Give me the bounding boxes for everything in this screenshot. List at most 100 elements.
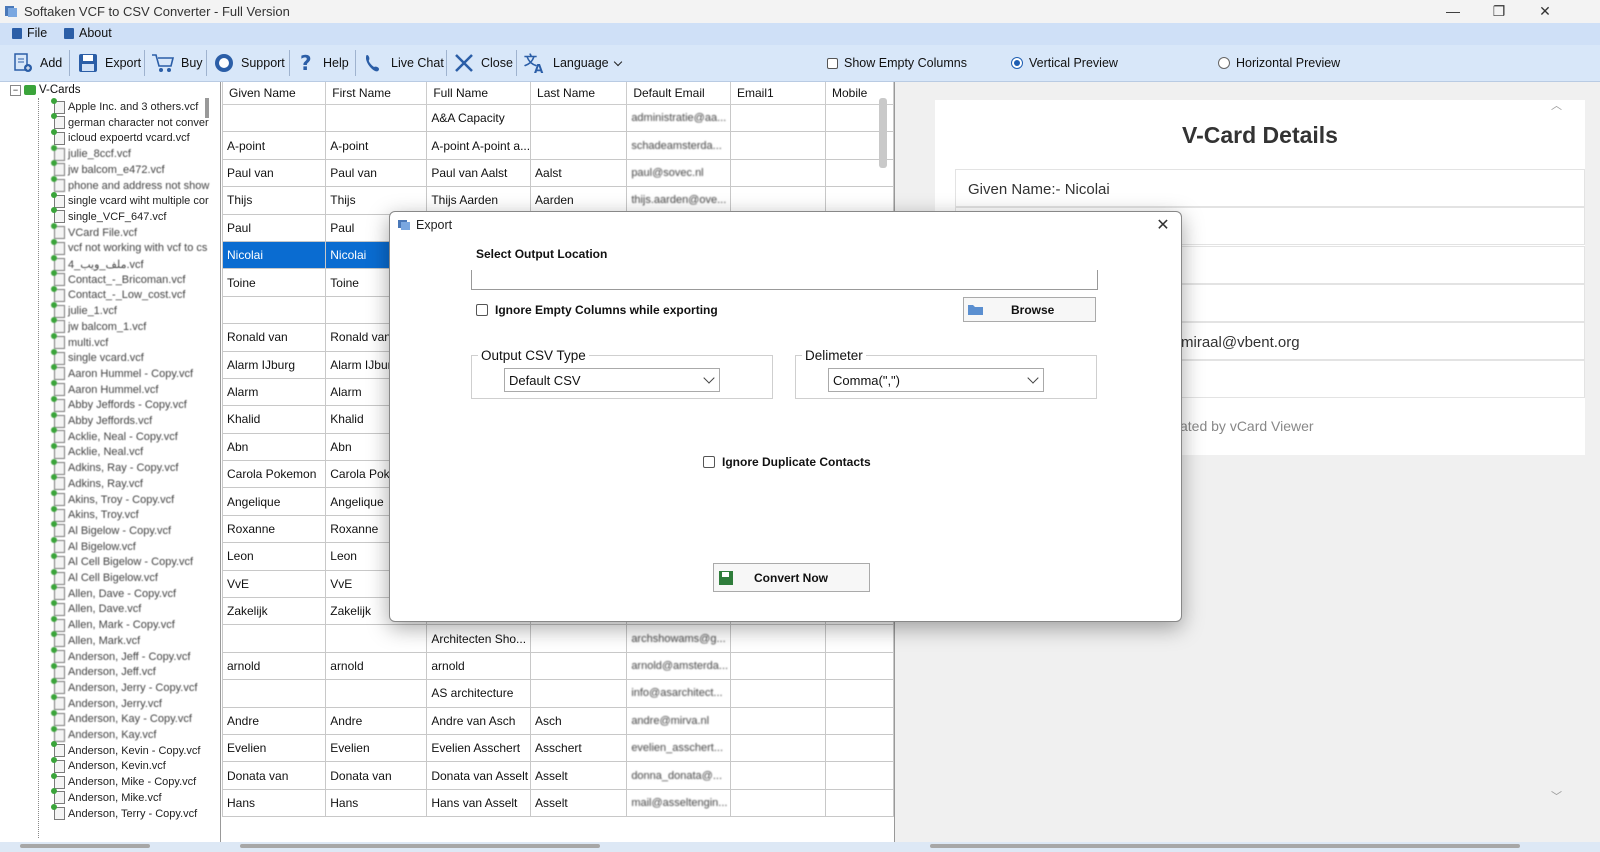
restore-button[interactable]: ❐ <box>1476 0 1522 23</box>
detail-scroll-up-icon[interactable]: ︿ <box>1551 97 1562 113</box>
table-row[interactable]: Paul van Paul van Paul van Aalst Aalst paul@… <box>222 158 894 188</box>
column-header[interactable]: First Name <box>325 82 428 105</box>
close-window-button[interactable]: ✕ <box>1522 0 1568 23</box>
table-row[interactable]: Hans Hans Hans van Asselt Asselt mail@asselt… <box>222 788 894 818</box>
tree-item[interactable]: Anderson, Kay - Copy.vcf <box>51 709 192 727</box>
table-row[interactable]: AS architecture info@asarchitect... <box>222 679 894 708</box>
tree-item[interactable]: julie_8ccf.vcf <box>51 144 131 162</box>
tree-item[interactable]: single vcard.vcf <box>51 348 144 366</box>
tree-item[interactable]: Contact_-_Low_cost.vcf <box>51 285 185 303</box>
tree-item[interactable]: Abby Jeffords.vcf <box>51 411 152 429</box>
tree-item[interactable]: Al Cell Bigelow.vcf <box>51 568 158 586</box>
show-empty-columns-checkbox[interactable] <box>827 57 838 69</box>
output-location-field[interactable] <box>471 270 1098 290</box>
export-dialog-close-icon[interactable]: ✕ <box>1152 215 1174 235</box>
support-button[interactable]: Support <box>213 45 285 81</box>
tree-item[interactable]: Anderson, Mike - Copy.vcf <box>51 772 196 790</box>
close-button[interactable]: Close <box>453 45 513 81</box>
buy-button[interactable]: Buy <box>151 45 203 81</box>
column-header[interactable]: Default Email <box>626 82 731 105</box>
table-row[interactable]: Evelien Evelien Evelien Asschert Asschert ev… <box>222 733 894 763</box>
tree-root-node[interactable]: − V-Cards <box>10 84 81 96</box>
tree-hscroll-thumb[interactable] <box>20 844 150 848</box>
vertical-preview-radio[interactable] <box>1011 57 1023 69</box>
vcard-tree[interactable]: − V-Cards Apple Inc. and 3 others.vcf ger… <box>0 82 221 842</box>
tree-item[interactable]: jw balcom_e472.vcf <box>51 160 165 178</box>
tree-item[interactable]: Al Bigelow - Copy.vcf <box>51 521 171 539</box>
tree-item[interactable]: Aaron Hummel - Copy.vcf <box>51 364 193 382</box>
tree-item[interactable]: german character not conver <box>51 113 209 131</box>
tree-item[interactable]: Anderson, Kevin.vcf <box>51 756 166 774</box>
tree-item[interactable]: Akins, Troy.vcf <box>51 505 139 523</box>
help-button[interactable]: ? Help <box>297 45 349 81</box>
ignore-empty-columns-checkbox[interactable] <box>476 304 488 316</box>
ignore-duplicates-option[interactable]: Ignore Duplicate Contacts <box>703 455 871 469</box>
output-csv-type-select[interactable]: Default CSV <box>504 368 720 392</box>
minimize-button[interactable]: — <box>1430 0 1476 23</box>
tree-item[interactable]: VCard File.vcf <box>51 223 137 241</box>
table-row[interactable]: Andre Andre Andre van Asch Asch andre@mirva.… <box>222 706 894 735</box>
tree-item[interactable]: Allen, Mark.vcf <box>51 631 140 649</box>
tree-item[interactable]: Anderson, Terry - Copy.vcf <box>51 804 197 822</box>
tree-item[interactable]: single vcard wiht multiple cor <box>51 191 209 209</box>
tree-item[interactable]: Adkins, Ray.vcf <box>51 474 143 492</box>
tree-item[interactable]: Anderson, Jeff - Copy.vcf <box>51 647 190 665</box>
table-row[interactable]: Donata van Donata van Donata van Asselt Ass… <box>222 761 894 790</box>
table-row[interactable]: Thijs Thijs Thijs Aarden Aarden thijs.aarden… <box>222 186 894 215</box>
tree-item[interactable]: phone and address not show <box>51 176 209 194</box>
tree-item[interactable]: Al Cell Bigelow - Copy.vcf <box>51 552 193 570</box>
show-empty-columns-toggle[interactable]: Show Empty Columns <box>827 45 967 81</box>
tree-item[interactable]: julie_1.vcf <box>51 301 117 319</box>
tree-item[interactable]: Acklie, Neal - Copy.vcf <box>51 427 178 445</box>
tree-item[interactable]: Anderson, Kevin - Copy.vcf <box>51 741 200 759</box>
tree-item[interactable]: Al Bigelow.vcf <box>51 537 136 555</box>
delimeter-select[interactable]: Comma(",") <box>828 368 1044 392</box>
column-header[interactable]: Full Name <box>426 82 532 105</box>
tree-item[interactable]: Anderson, Jerry - Copy.vcf <box>51 678 197 696</box>
grid-hscroll-thumb[interactable] <box>240 844 600 848</box>
tree-item[interactable]: Anderson, Jeff.vcf <box>51 662 156 680</box>
tree-item[interactable]: Abby Jeffords - Copy.vcf <box>51 395 187 413</box>
tree-item[interactable]: Allen, Dave.vcf <box>51 599 141 617</box>
tree-item[interactable]: Allen, Dave - Copy.vcf <box>51 584 176 602</box>
tree-item[interactable]: vcf not working with vcf to cs <box>51 238 207 256</box>
tree-item[interactable]: Apple Inc. and 3 others.vcf <box>51 97 198 115</box>
export-button[interactable]: Export <box>77 45 141 81</box>
detail-hscroll-thumb[interactable] <box>930 844 1520 848</box>
ignore-duplicates-checkbox[interactable] <box>703 456 715 468</box>
browse-button[interactable]: Browse <box>963 297 1096 322</box>
tree-item[interactable]: Allen, Mark - Copy.vcf <box>51 615 175 633</box>
table-row[interactable]: A-point A-point A-point A-point a... schade… <box>222 131 894 160</box>
grid-scrollbar-thumb[interactable] <box>879 98 887 168</box>
tree-item[interactable]: Anderson, Kay.vcf <box>51 725 156 743</box>
vertical-preview-option[interactable]: Vertical Preview <box>1011 45 1118 81</box>
tree-scrollbar-thumb[interactable] <box>205 98 209 118</box>
detail-scroll-down-icon[interactable]: ﹀ <box>1551 788 1562 804</box>
tree-item[interactable]: icloud expoertd vcard.vcf <box>51 128 190 146</box>
collapse-icon[interactable]: − <box>10 84 21 96</box>
menu-file[interactable]: File <box>12 26 47 40</box>
tree-item[interactable]: Anderson, Mike.vcf <box>51 788 162 806</box>
add-button[interactable]: Add <box>12 45 62 81</box>
tree-item[interactable]: 4_ملف_ويب.vcf <box>51 254 144 272</box>
column-header[interactable]: Given Name <box>222 82 327 105</box>
table-row[interactable]: A&A Capacity administratie@aa... <box>222 103 894 133</box>
tree-item[interactable]: Akins, Troy - Copy.vcf <box>51 490 174 508</box>
menu-about[interactable]: About <box>64 26 112 40</box>
language-dropdown[interactable]: 文 A Language <box>523 45 622 81</box>
tree-item[interactable]: Acklie, Neal.vcf <box>51 442 143 460</box>
tree-item[interactable]: Adkins, Ray - Copy.vcf <box>51 458 178 476</box>
horizontal-preview-option[interactable]: Horizontal Preview <box>1218 45 1340 81</box>
tree-item[interactable]: Aaron Hummel.vcf <box>51 380 158 398</box>
ignore-empty-columns-option[interactable]: Ignore Empty Columns while exporting <box>476 303 718 317</box>
tree-item[interactable]: single_VCF_647.vcf <box>51 207 166 225</box>
horizontal-scrollbar[interactable] <box>0 842 1600 852</box>
table-row[interactable]: Architecten Sho... archshowams@g... <box>222 624 894 653</box>
tree-item[interactable]: Contact_-_Bricoman.vcf <box>51 270 185 288</box>
tree-item[interactable]: multi.vcf <box>51 333 108 351</box>
convert-now-button[interactable]: Convert Now <box>713 563 870 592</box>
table-row[interactable]: arnold arnold arnold arnold@amsterda... <box>222 651 894 681</box>
column-header[interactable]: Email1 <box>730 82 826 105</box>
tree-item[interactable]: jw balcom_1.vcf <box>51 317 146 335</box>
column-header[interactable]: Last Name <box>530 82 628 105</box>
